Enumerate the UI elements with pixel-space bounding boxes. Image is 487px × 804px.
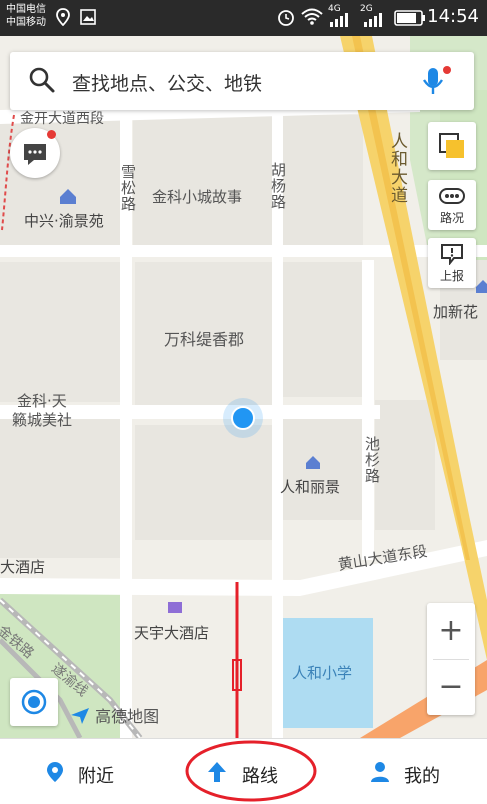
tab-mine-label: 我的	[404, 766, 440, 787]
label-jinke-story: 金科小城故事	[152, 188, 243, 206]
label-zhongxing: 中兴·渝景苑	[24, 212, 104, 230]
tab-nearby-label: 附近	[78, 766, 114, 787]
message-button[interactable]	[10, 128, 60, 178]
battery-icon	[394, 10, 425, 26]
microphone-icon[interactable]	[422, 64, 452, 98]
zoom-out-button[interactable]: −	[427, 659, 475, 715]
road-label-huyang: 胡杨路	[269, 162, 287, 210]
road-label-top: 金开大道西段	[20, 111, 104, 127]
signal-icon-2	[364, 13, 382, 27]
locate-me-button[interactable]	[10, 678, 58, 726]
search-icon	[29, 67, 55, 93]
zoom-in-button[interactable]: +	[427, 603, 475, 659]
route-annotation-circle	[185, 740, 317, 802]
amap-logo-icon	[71, 708, 89, 724]
report-icon	[441, 244, 463, 265]
map-canvas[interactable]	[0, 36, 487, 738]
road-label-xuesong: 雪松路	[119, 164, 137, 212]
layers-button[interactable]	[428, 122, 476, 170]
bottom-nav: 附近 路线 我的	[0, 738, 487, 804]
carrier-1: 中国电信	[6, 4, 46, 15]
road-label-renhe-avenue: 人和大道	[387, 132, 407, 204]
label-renhe-lijing: 人和丽景	[280, 478, 341, 496]
label-jiaxin: 加新花	[433, 303, 479, 321]
traffic-label: 路况	[439, 211, 464, 225]
report-button[interactable]: 上报	[428, 238, 476, 288]
carrier-2: 中国移动	[6, 17, 46, 28]
map-logo-text: 高德地图	[95, 707, 160, 726]
label-vanke: 万科缇香郡	[164, 330, 245, 349]
image-status-icon	[80, 9, 96, 25]
label-renhe-school: 人和小学	[292, 664, 353, 682]
alarm-icon	[278, 10, 294, 26]
tab-mine[interactable]: 我的	[324, 739, 486, 804]
tab-route[interactable]: 路线	[162, 739, 324, 804]
wifi-icon	[301, 8, 323, 25]
location-pin-icon	[47, 762, 63, 782]
location-status-icon	[56, 8, 70, 26]
traffic-button[interactable]: 路况	[428, 180, 476, 230]
label-jinke-tian: 金科·天	[17, 392, 67, 410]
map-logo: 高德地图	[70, 703, 159, 727]
label-tianyu-hotel: 天宇大酒店	[134, 624, 210, 642]
search-placeholder[interactable]: 查找地点、公交、地铁	[72, 69, 262, 96]
report-label: 上报	[439, 269, 464, 283]
status-bar: 中国电信 中国移动 4G 2G 14:54	[0, 0, 487, 36]
road-label-chishan: 池杉路	[363, 436, 381, 484]
search-bar[interactable]: 查找地点、公交、地铁	[10, 52, 474, 110]
label-laicheng: 籁城美社	[12, 411, 73, 429]
zoom-control: + −	[427, 603, 475, 715]
target-icon	[21, 689, 47, 715]
user-icon	[371, 762, 389, 782]
layers-icon	[439, 133, 464, 158]
tab-nearby[interactable]: 附近	[0, 739, 162, 804]
signal-icon-1	[330, 13, 348, 27]
notification-dot	[47, 130, 56, 139]
clock: 14:54	[427, 6, 479, 27]
label-dajiudian: 大酒店	[0, 558, 46, 576]
hotel-icon[interactable]	[168, 602, 182, 613]
map-view[interactable]: 金开大道西段 雪松路 胡杨路 人和大道 金科小城故事 中兴·渝景苑 万科缇香郡 …	[0, 36, 487, 738]
traffic-icon	[439, 188, 465, 204]
carrier-info: 中国电信 中国移动	[6, 3, 46, 29]
